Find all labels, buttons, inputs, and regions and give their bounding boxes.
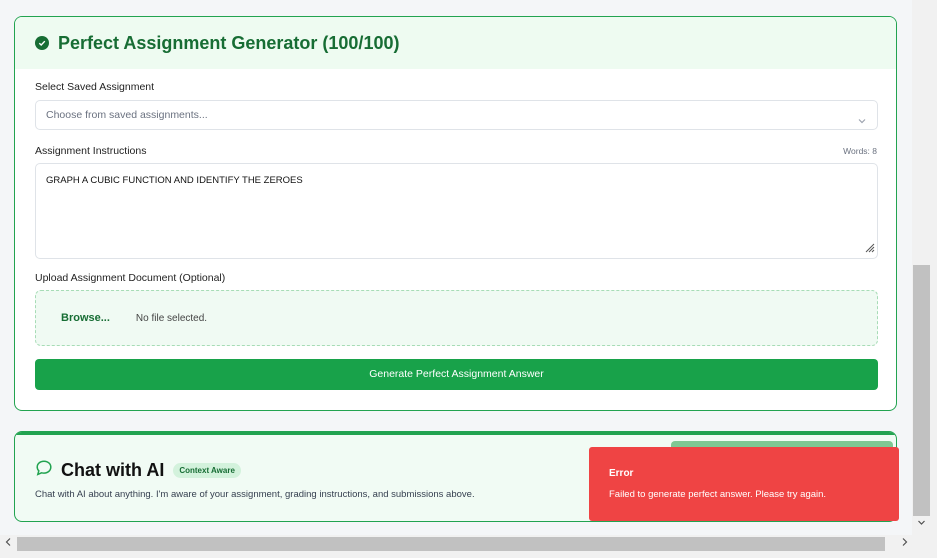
select-placeholder: Choose from saved assignments...	[46, 109, 208, 121]
horizontal-scrollbar[interactable]	[0, 535, 937, 558]
assignment-generator-card: Perfect Assignment Generator (100/100) S…	[14, 16, 897, 411]
chat-header: Chat with AI Context Aware	[35, 459, 241, 482]
instructions-textarea[interactable]: GRAPH A CUBIC FUNCTION AND IDENTIFY THE …	[35, 163, 878, 259]
browse-button[interactable]: Browse...	[61, 312, 110, 324]
error-toast-message: Failed to generate perfect answer. Pleas…	[609, 489, 827, 500]
chevron-down-icon	[857, 109, 867, 137]
horizontal-scrollbar-thumb[interactable]	[17, 537, 885, 551]
error-toast-title: Error	[609, 468, 634, 479]
generator-title: Perfect Assignment Generator (100/100)	[58, 32, 400, 53]
chat-title: Chat with AI	[61, 460, 165, 480]
file-status: No file selected.	[135, 312, 208, 324]
generate-answer-button[interactable]: Generate Perfect Assignment Answer	[35, 359, 878, 390]
scroll-right-arrow-icon[interactable]	[900, 536, 909, 551]
file-upload-dropzone[interactable]: Browse... No file selected.	[35, 290, 878, 346]
instructions-label: Assignment Instructions	[35, 145, 147, 157]
resize-handle-icon[interactable]	[863, 241, 875, 256]
vertical-scrollbar[interactable]	[912, 0, 937, 535]
error-toast[interactable]: Error Failed to generate perfect answer.…	[589, 447, 899, 521]
word-count: Words: 8	[843, 146, 877, 156]
scroll-down-arrow-icon[interactable]	[917, 518, 926, 529]
generator-header: Perfect Assignment Generator (100/100)	[15, 17, 896, 69]
instructions-text: GRAPH A CUBIC FUNCTION AND IDENTIFY THE …	[46, 175, 303, 186]
vertical-scrollbar-thumb[interactable]	[913, 265, 930, 516]
page-viewport: Perfect Assignment Generator (100/100) S…	[0, 0, 912, 535]
context-aware-badge: Context Aware	[173, 463, 241, 478]
chat-card-accent	[15, 432, 896, 435]
chat-bubble-icon	[35, 459, 53, 482]
check-circle-icon	[35, 36, 49, 50]
saved-assignment-select[interactable]: Choose from saved assignments...	[35, 100, 878, 130]
select-assignment-label: Select Saved Assignment	[35, 81, 155, 93]
chat-description: Chat with AI about anything. I'm aware o…	[35, 489, 475, 500]
scroll-left-arrow-icon[interactable]	[4, 536, 13, 551]
upload-label: Upload Assignment Document (Optional)	[35, 272, 226, 284]
